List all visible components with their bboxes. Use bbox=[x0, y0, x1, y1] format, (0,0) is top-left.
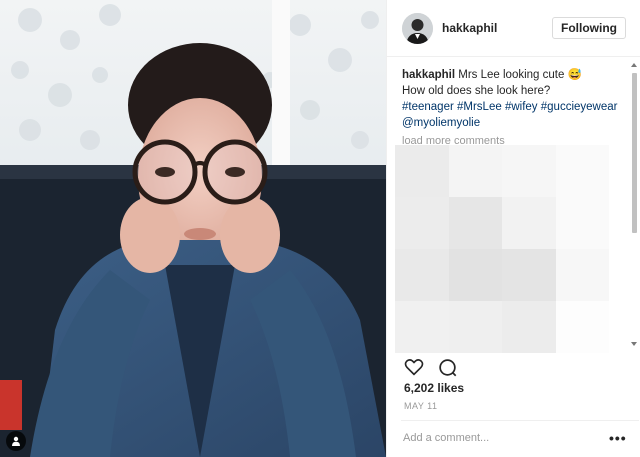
post-date[interactable]: MAY 11 bbox=[404, 401, 438, 411]
caption-hashtags: #teenager #MrsLee #wifey #guccieyewear bbox=[402, 99, 624, 115]
following-button[interactable]: Following bbox=[552, 17, 626, 39]
caption: hakkaphil Mrs Lee looking cute 😅 bbox=[402, 67, 624, 83]
caption-line2: How old does she look here? bbox=[402, 85, 551, 97]
avatar-image bbox=[402, 12, 433, 44]
add-comment-input[interactable] bbox=[403, 430, 603, 446]
more-options-button[interactable]: ••• bbox=[609, 430, 627, 446]
avatar[interactable] bbox=[402, 12, 433, 44]
redacted-comments bbox=[395, 145, 609, 353]
scroll-down-arrow-icon[interactable] bbox=[631, 342, 637, 346]
user-tag-button[interactable] bbox=[6, 431, 26, 451]
hashtag-link[interactable]: #teenager bbox=[402, 101, 454, 113]
caption-username[interactable]: hakkaphil bbox=[402, 69, 455, 81]
caption-line1: Mrs Lee looking cute 😅 bbox=[455, 69, 582, 81]
heart-outline-icon[interactable] bbox=[404, 358, 424, 376]
comments-scrollbar[interactable] bbox=[630, 61, 639, 348]
comments-section: hakkaphil Mrs Lee looking cute 😅 How old… bbox=[402, 67, 624, 149]
likes-count[interactable]: 6,202 likes bbox=[404, 381, 464, 395]
person-icon bbox=[12, 436, 20, 446]
post-header: hakkaphil Following bbox=[387, 0, 640, 57]
post-photo[interactable] bbox=[0, 0, 386, 457]
scrollbar-thumb[interactable] bbox=[632, 73, 637, 233]
hashtag-link[interactable]: #MrsLee bbox=[457, 101, 502, 113]
post-actions bbox=[404, 358, 457, 377]
scroll-up-arrow-icon[interactable] bbox=[631, 63, 637, 67]
author-username[interactable]: hakkaphil bbox=[442, 21, 552, 35]
instagram-post: hakkaphil Following hakkaphil Mrs Lee lo… bbox=[0, 0, 640, 457]
hashtag-link[interactable]: #guccieyewear bbox=[541, 101, 618, 113]
hashtag-link[interactable]: #wifey bbox=[505, 101, 538, 113]
divider bbox=[401, 420, 639, 421]
speech-bubble-icon[interactable] bbox=[438, 358, 457, 377]
portrait-photo bbox=[0, 0, 386, 457]
mention-link[interactable]: @myoliemyolie bbox=[402, 115, 624, 131]
